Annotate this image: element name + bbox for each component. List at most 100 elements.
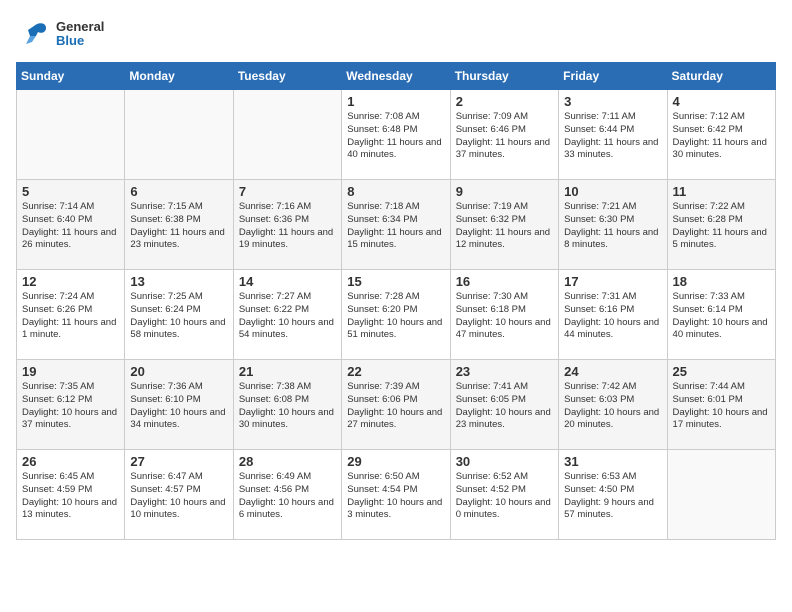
calendar-cell: 7 Sunrise: 7:16 AM Sunset: 6:36 PM Daylig… — [233, 180, 341, 270]
weekday-header-thursday: Thursday — [450, 63, 558, 90]
cell-details: Sunrise: 7:08 AM Sunset: 6:48 PM Dayligh… — [347, 111, 444, 162]
day-number: 21 — [239, 364, 336, 379]
calendar-cell: 19 Sunrise: 7:35 AM Sunset: 6:12 PM Dayli… — [17, 360, 125, 450]
cell-details: Sunrise: 7:14 AM Sunset: 6:40 PM Dayligh… — [22, 201, 119, 252]
day-number: 27 — [130, 454, 227, 469]
calendar-cell: 3 Sunrise: 7:11 AM Sunset: 6:44 PM Daylig… — [559, 90, 667, 180]
day-number: 10 — [564, 184, 661, 199]
day-number: 4 — [673, 94, 770, 109]
day-number: 2 — [456, 94, 553, 109]
page-header: General Blue — [16, 16, 776, 52]
cell-details: Sunrise: 7:24 AM Sunset: 6:26 PM Dayligh… — [22, 291, 119, 342]
day-number: 3 — [564, 94, 661, 109]
calendar-cell: 22 Sunrise: 7:39 AM Sunset: 6:06 PM Dayli… — [342, 360, 450, 450]
weekday-header-monday: Monday — [125, 63, 233, 90]
calendar-cell: 23 Sunrise: 7:41 AM Sunset: 6:05 PM Dayli… — [450, 360, 558, 450]
calendar-cell: 26 Sunrise: 6:45 AM Sunset: 4:59 PM Dayli… — [17, 450, 125, 540]
cell-details: Sunrise: 7:28 AM Sunset: 6:20 PM Dayligh… — [347, 291, 444, 342]
day-number: 23 — [456, 364, 553, 379]
day-number: 6 — [130, 184, 227, 199]
weekday-header-wednesday: Wednesday — [342, 63, 450, 90]
calendar-cell: 13 Sunrise: 7:25 AM Sunset: 6:24 PM Dayli… — [125, 270, 233, 360]
cell-details: Sunrise: 7:38 AM Sunset: 6:08 PM Dayligh… — [239, 381, 336, 432]
calendar-cell: 27 Sunrise: 6:47 AM Sunset: 4:57 PM Dayli… — [125, 450, 233, 540]
cell-details: Sunrise: 7:42 AM Sunset: 6:03 PM Dayligh… — [564, 381, 661, 432]
cell-details: Sunrise: 6:52 AM Sunset: 4:52 PM Dayligh… — [456, 471, 553, 522]
cell-details: Sunrise: 7:18 AM Sunset: 6:34 PM Dayligh… — [347, 201, 444, 252]
cell-details: Sunrise: 7:16 AM Sunset: 6:36 PM Dayligh… — [239, 201, 336, 252]
cell-details: Sunrise: 7:39 AM Sunset: 6:06 PM Dayligh… — [347, 381, 444, 432]
weekday-header-sunday: Sunday — [17, 63, 125, 90]
calendar-cell — [233, 90, 341, 180]
calendar-cell: 17 Sunrise: 7:31 AM Sunset: 6:16 PM Dayli… — [559, 270, 667, 360]
cell-details: Sunrise: 7:33 AM Sunset: 6:14 PM Dayligh… — [673, 291, 770, 342]
day-number: 16 — [456, 274, 553, 289]
calendar-cell: 12 Sunrise: 7:24 AM Sunset: 6:26 PM Dayli… — [17, 270, 125, 360]
calendar-cell: 29Sunrise: 6:50 AM Sunset: 4:54 PM Dayli… — [342, 450, 450, 540]
day-number: 5 — [22, 184, 119, 199]
day-number: 15 — [347, 274, 444, 289]
day-number: 12 — [22, 274, 119, 289]
day-number: 19 — [22, 364, 119, 379]
calendar-cell: 24 Sunrise: 7:42 AM Sunset: 6:03 PM Dayli… — [559, 360, 667, 450]
calendar-cell: 6 Sunrise: 7:15 AM Sunset: 6:38 PM Daylig… — [125, 180, 233, 270]
cell-details: Sunrise: 7:36 AM Sunset: 6:10 PM Dayligh… — [130, 381, 227, 432]
calendar-cell: 2 Sunrise: 7:09 AM Sunset: 6:46 PM Daylig… — [450, 90, 558, 180]
day-number: 11 — [673, 184, 770, 199]
calendar-cell: 21 Sunrise: 7:38 AM Sunset: 6:08 PM Dayli… — [233, 360, 341, 450]
day-number: 26 — [22, 454, 119, 469]
logo: General Blue — [16, 16, 104, 52]
calendar-table: SundayMondayTuesdayWednesdayThursdayFrid… — [16, 62, 776, 540]
day-number: 13 — [130, 274, 227, 289]
calendar-cell: 25 Sunrise: 7:44 AM Sunset: 6:01 PM Dayli… — [667, 360, 775, 450]
calendar-cell: 14Sunrise: 7:27 AM Sunset: 6:22 PM Dayli… — [233, 270, 341, 360]
day-number: 17 — [564, 274, 661, 289]
calendar-cell: 18 Sunrise: 7:33 AM Sunset: 6:14 PM Dayli… — [667, 270, 775, 360]
calendar-cell — [17, 90, 125, 180]
calendar-cell: 20 Sunrise: 7:36 AM Sunset: 6:10 PM Dayli… — [125, 360, 233, 450]
calendar-cell: 16Sunrise: 7:30 AM Sunset: 6:18 PM Dayli… — [450, 270, 558, 360]
cell-details: Sunrise: 7:25 AM Sunset: 6:24 PM Dayligh… — [130, 291, 227, 342]
cell-details: Sunrise: 7:09 AM Sunset: 6:46 PM Dayligh… — [456, 111, 553, 162]
day-number: 22 — [347, 364, 444, 379]
cell-details: Sunrise: 7:44 AM Sunset: 6:01 PM Dayligh… — [673, 381, 770, 432]
weekday-header-tuesday: Tuesday — [233, 63, 341, 90]
day-number: 20 — [130, 364, 227, 379]
logo-bird-icon — [16, 16, 52, 52]
calendar-cell: 1 Sunrise: 7:08 AM Sunset: 6:48 PM Daylig… — [342, 90, 450, 180]
day-number: 8 — [347, 184, 444, 199]
calendar-cell: 9 Sunrise: 7:19 AM Sunset: 6:32 PM Daylig… — [450, 180, 558, 270]
day-number: 1 — [347, 94, 444, 109]
day-number: 7 — [239, 184, 336, 199]
cell-details: Sunrise: 7:19 AM Sunset: 6:32 PM Dayligh… — [456, 201, 553, 252]
calendar-cell: 10Sunrise: 7:21 AM Sunset: 6:30 PM Dayli… — [559, 180, 667, 270]
weekday-header-friday: Friday — [559, 63, 667, 90]
cell-details: Sunrise: 6:53 AM Sunset: 4:50 PM Dayligh… — [564, 471, 661, 522]
day-number: 18 — [673, 274, 770, 289]
calendar-cell: 4 Sunrise: 7:12 AM Sunset: 6:42 PM Daylig… — [667, 90, 775, 180]
cell-details: Sunrise: 6:47 AM Sunset: 4:57 PM Dayligh… — [130, 471, 227, 522]
calendar-cell: 5 Sunrise: 7:14 AM Sunset: 6:40 PM Daylig… — [17, 180, 125, 270]
calendar-cell: 11 Sunrise: 7:22 AM Sunset: 6:28 PM Dayli… — [667, 180, 775, 270]
calendar-cell — [125, 90, 233, 180]
cell-details: Sunrise: 6:49 AM Sunset: 4:56 PM Dayligh… — [239, 471, 336, 522]
day-number: 30 — [456, 454, 553, 469]
cell-details: Sunrise: 7:31 AM Sunset: 6:16 PM Dayligh… — [564, 291, 661, 342]
calendar-cell: 28 Sunrise: 6:49 AM Sunset: 4:56 PM Dayli… — [233, 450, 341, 540]
day-number: 9 — [456, 184, 553, 199]
cell-details: Sunrise: 7:11 AM Sunset: 6:44 PM Dayligh… — [564, 111, 661, 162]
day-number: 25 — [673, 364, 770, 379]
calendar-cell: 31Sunrise: 6:53 AM Sunset: 4:50 PM Dayli… — [559, 450, 667, 540]
weekday-header-saturday: Saturday — [667, 63, 775, 90]
day-number: 28 — [239, 454, 336, 469]
cell-details: Sunrise: 7:15 AM Sunset: 6:38 PM Dayligh… — [130, 201, 227, 252]
calendar-cell: 8 Sunrise: 7:18 AM Sunset: 6:34 PM Daylig… — [342, 180, 450, 270]
cell-details: Sunrise: 7:12 AM Sunset: 6:42 PM Dayligh… — [673, 111, 770, 162]
logo-text: General Blue — [56, 20, 104, 49]
cell-details: Sunrise: 7:41 AM Sunset: 6:05 PM Dayligh… — [456, 381, 553, 432]
cell-details: Sunrise: 6:45 AM Sunset: 4:59 PM Dayligh… — [22, 471, 119, 522]
cell-details: Sunrise: 7:35 AM Sunset: 6:12 PM Dayligh… — [22, 381, 119, 432]
day-number: 24 — [564, 364, 661, 379]
day-number: 29 — [347, 454, 444, 469]
cell-details: Sunrise: 7:22 AM Sunset: 6:28 PM Dayligh… — [673, 201, 770, 252]
